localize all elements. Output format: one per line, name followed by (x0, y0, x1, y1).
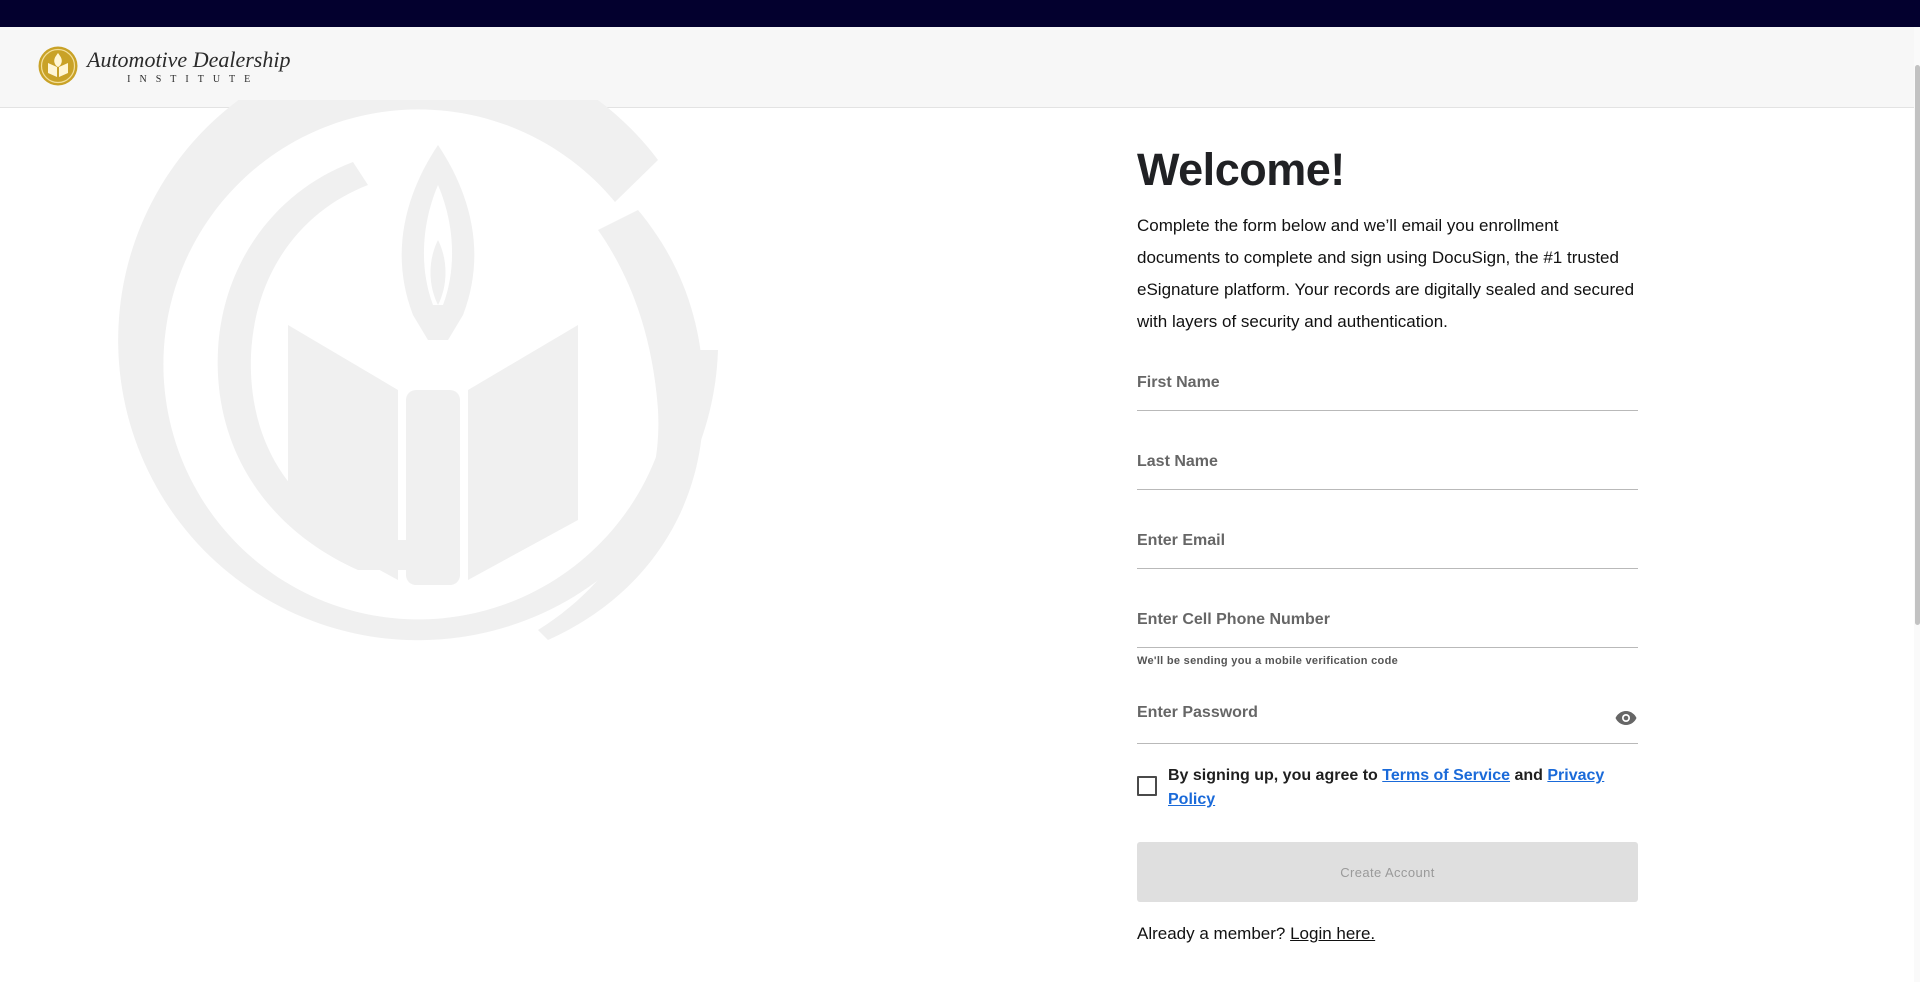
eye-icon[interactable] (1614, 706, 1638, 730)
signup-form: Welcome! Complete the form below and we’… (1137, 140, 1638, 944)
intro-text: Complete the form below and we’ll email … (1137, 216, 1635, 331)
page-title: Welcome! (1137, 144, 1345, 195)
phone-hint: We'll be sending you a mobile verificati… (1137, 655, 1399, 667)
email-field (1137, 522, 1638, 569)
password-field (1137, 691, 1638, 744)
phone-field (1137, 601, 1638, 648)
brand-logo[interactable]: Automotive Dealership INSTITUTE (37, 45, 290, 87)
login-prompt: Already a member? Login here. (1137, 924, 1638, 944)
phone-input[interactable] (1137, 605, 1638, 635)
book-flame-logo-icon (38, 46, 78, 86)
create-account-button[interactable]: Create Account (1137, 842, 1638, 902)
brand-wordmark: Automotive Dealership INSTITUTE (87, 46, 291, 85)
top-bar (0, 0, 1920, 27)
login-link[interactable]: Login here. (1290, 924, 1375, 943)
first-name-input[interactable] (1137, 368, 1638, 398)
page-scrollbar[interactable] (1914, 27, 1920, 982)
scrollbar-thumb[interactable] (1915, 65, 1920, 625)
last-name-field (1137, 443, 1638, 490)
terms-checkbox[interactable] (1137, 776, 1157, 796)
password-input[interactable] (1137, 698, 1638, 728)
terms-prefix: By signing up, you agree to (1168, 767, 1383, 784)
terms-text: By signing up, you agree to Terms of Ser… (1168, 764, 1638, 812)
watermark-logo-icon (118, 100, 718, 641)
login-prompt-text: Already a member? (1137, 924, 1291, 943)
first-name-field (1137, 364, 1638, 411)
email-input[interactable] (1137, 526, 1638, 556)
brand-subtitle: INSTITUTE (127, 73, 260, 85)
last-name-input[interactable] (1137, 447, 1638, 477)
terms-of-service-link[interactable]: Terms of Service (1382, 767, 1510, 784)
brand-title: Automotive Dealership (87, 46, 291, 72)
terms-agreement: By signing up, you agree to Terms of Ser… (1137, 764, 1638, 812)
site-header: Automotive Dealership INSTITUTE (0, 27, 1914, 108)
terms-conjunction: and (1510, 767, 1548, 784)
